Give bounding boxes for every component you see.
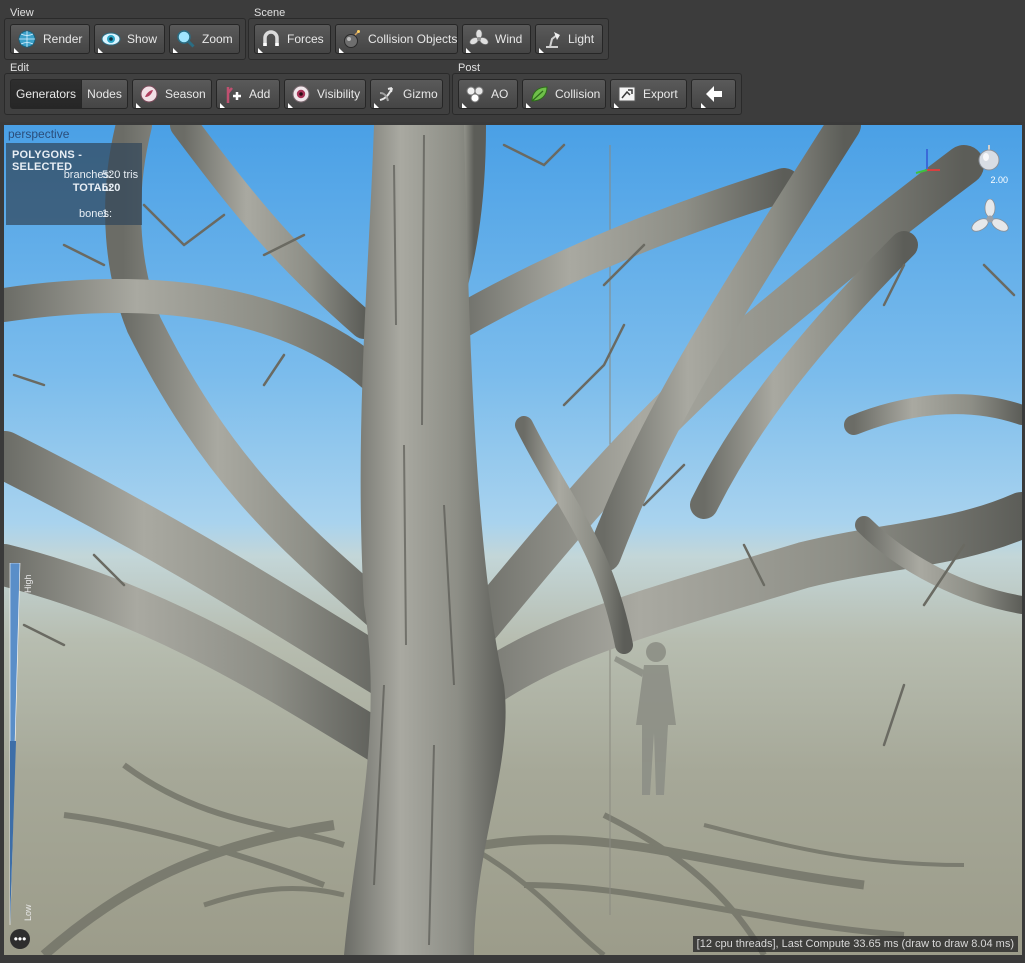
export-button[interactable]: Export [610, 79, 687, 109]
ao-label: AO [491, 87, 509, 101]
forces-button[interactable]: Forces [254, 24, 331, 54]
zoom-value: 2.00 [990, 175, 1008, 185]
export-icon [614, 84, 637, 108]
eye-icon [98, 29, 121, 53]
gizmo-button[interactable]: Gizmo [370, 79, 443, 109]
camera-mode-label[interactable]: perspective [8, 127, 69, 141]
3d-viewport[interactable]: perspective POLYGONS - SELECTED branches… [4, 125, 1022, 955]
add-icon [220, 84, 243, 108]
main-toolbar: View Render Show Zoom Scene Forces Colli… [0, 0, 1025, 122]
forces-label: Forces [287, 32, 324, 46]
back-button[interactable] [691, 79, 736, 109]
ground-shadow [40, 762, 965, 955]
gauge-low-label: Low [23, 904, 33, 921]
ao-button[interactable]: AO [458, 79, 518, 109]
axis-gizmo-icon[interactable] [912, 145, 942, 178]
nodes-tab[interactable]: Nodes [81, 79, 128, 109]
add-label: Add [249, 87, 271, 101]
generators-tab[interactable]: Generators [10, 79, 82, 109]
render-label: Render [43, 32, 83, 46]
season-label: Season [165, 87, 206, 101]
spheres-icon [462, 84, 485, 108]
branches-value: 520 tris [102, 169, 139, 181]
render-button[interactable]: Render [10, 24, 90, 54]
polygon-stats-panel: POLYGONS - SELECTED branches: 520 tris T… [6, 143, 142, 225]
tree-render [4, 125, 1022, 955]
collision-objects-label: Collision Objects [368, 32, 458, 46]
collision-label: Collision [555, 87, 601, 101]
leaf-icon [526, 84, 549, 108]
compute-status-bar: [12 cpu threads], Last Compute 33.65 ms … [692, 936, 1018, 952]
tree-trunk [344, 125, 506, 955]
scale-figure [614, 642, 676, 795]
lod-gauge[interactable]: High Low [9, 562, 33, 926]
visibility-label: Visibility [317, 87, 361, 101]
add-button[interactable]: Add [216, 79, 280, 109]
season-icon [136, 84, 159, 108]
gizmo-icon [374, 84, 397, 108]
generators-label: Generators [15, 87, 77, 101]
show-button[interactable]: Show [94, 24, 165, 54]
total-value: 520 [102, 182, 121, 194]
wind-button[interactable]: Wind [462, 24, 531, 54]
light-button[interactable]: Light [535, 24, 603, 54]
lamp-icon [539, 29, 562, 53]
light-label: Light [568, 32, 595, 46]
magnifier-icon [173, 29, 196, 53]
bones-value: 1 [102, 208, 109, 220]
gizmo-label: Gizmo [403, 87, 438, 101]
wind-label: Wind [495, 32, 523, 46]
more-options-button[interactable]: ••• [10, 929, 30, 949]
fan-icon [466, 29, 489, 53]
eyeball-icon [288, 84, 311, 108]
back-arrow-icon [700, 84, 724, 108]
zoom-label: Zoom [202, 32, 233, 46]
visibility-button[interactable]: Visibility [284, 79, 366, 109]
show-label: Show [127, 32, 158, 46]
light-bulb-icon[interactable] [976, 143, 1002, 176]
magnet-icon [258, 29, 281, 53]
zoom-button[interactable]: Zoom [169, 24, 240, 54]
collision-button[interactable]: Collision [522, 79, 606, 109]
collision-objects-button[interactable]: Collision Objects [335, 24, 458, 54]
wind-fan-icon[interactable] [970, 198, 1010, 242]
nodes-label: Nodes [87, 87, 122, 101]
bomb-icon [339, 29, 362, 53]
globe-icon [14, 29, 37, 53]
export-label: Export [643, 87, 678, 101]
season-button[interactable]: Season [132, 79, 212, 109]
gauge-high-label: High [23, 574, 33, 593]
